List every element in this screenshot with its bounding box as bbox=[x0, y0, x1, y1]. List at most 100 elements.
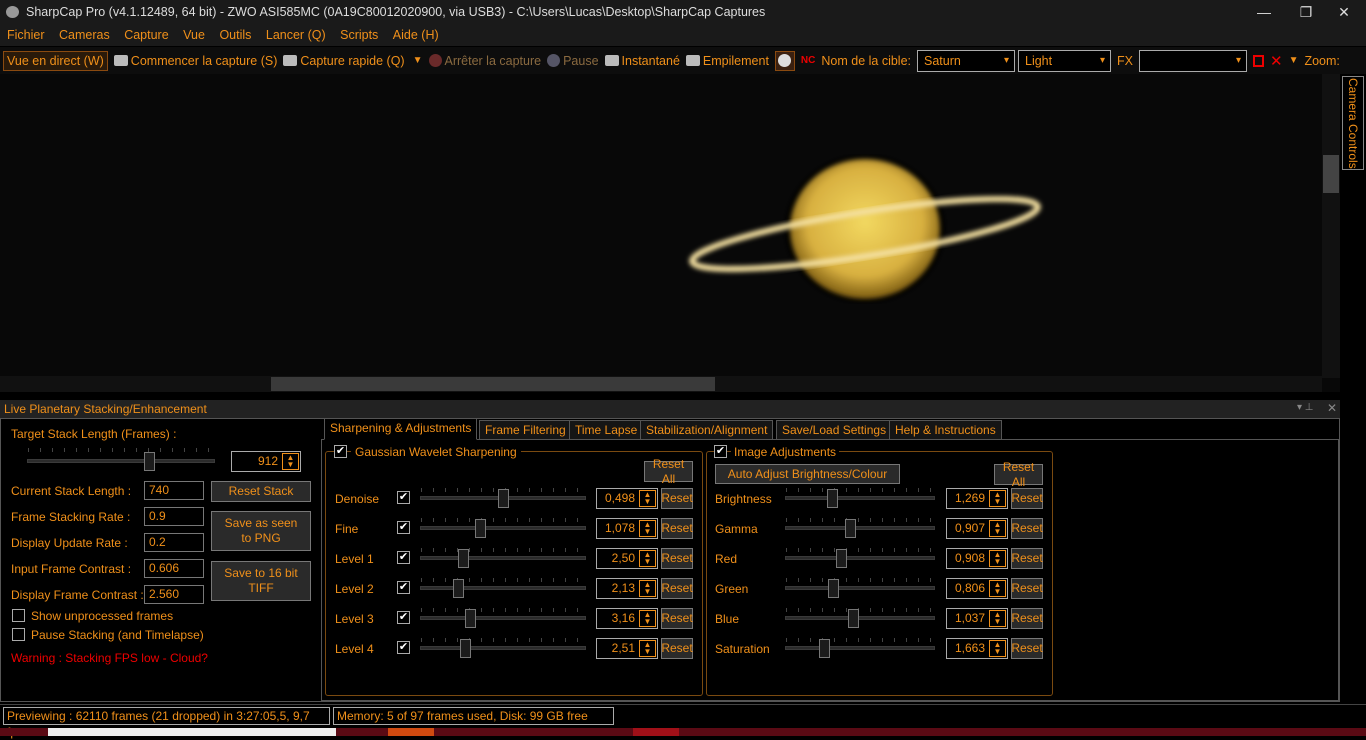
camera-controls-tab[interactable]: Camera Controls bbox=[1342, 76, 1364, 170]
adjust-slider-thumb[interactable] bbox=[828, 579, 839, 598]
tab-time-lapse[interactable]: Time Lapse bbox=[569, 420, 644, 440]
wavelet-reset-all-button[interactable]: Reset All bbox=[644, 457, 693, 486]
value-input[interactable]: 0,908 ▲ ▼ bbox=[946, 548, 1008, 569]
adjust-slider-thumb[interactable] bbox=[458, 549, 470, 568]
spinner-icon[interactable]: ▲ ▼ bbox=[989, 490, 1006, 507]
auto-adjust-button[interactable]: Auto Adjust Brightness/Colour bbox=[715, 464, 900, 484]
reset-button[interactable]: Reset bbox=[1011, 488, 1043, 509]
reset-button[interactable]: Reset bbox=[1011, 518, 1043, 539]
adjust-slider-thumb[interactable] bbox=[819, 639, 830, 658]
reticle-icon[interactable]: ✕ bbox=[1270, 52, 1283, 70]
value-input[interactable]: 0,806 ▲ ▼ bbox=[946, 578, 1008, 599]
spinner-icon[interactable]: ▲ ▼ bbox=[639, 550, 656, 567]
level-enable-checkbox[interactable]: ✔ bbox=[397, 641, 410, 654]
spinner-icon[interactable]: ▲ ▼ bbox=[989, 640, 1006, 657]
target-stack-input[interactable]: 912 ▲ ▼ bbox=[231, 451, 301, 472]
value-input[interactable]: 0,498 ▲ ▼ bbox=[596, 488, 658, 509]
adjust-slider-thumb[interactable] bbox=[826, 489, 838, 508]
minimize-button[interactable]: — bbox=[1246, 0, 1282, 24]
image-adjust-enable-checkbox[interactable]: ✔ bbox=[714, 445, 727, 458]
menu-vue[interactable]: Vue bbox=[183, 28, 205, 42]
reset-button[interactable]: Reset bbox=[661, 578, 693, 599]
quick-capture-button[interactable]: Capture rapide (Q) ▼ bbox=[283, 54, 423, 68]
target-stack-slider-thumb[interactable] bbox=[144, 452, 156, 471]
save-png-button[interactable]: Save as seen to PNG bbox=[211, 511, 311, 551]
stat-value[interactable]: 0.606 bbox=[144, 559, 204, 578]
spinner-icon[interactable]: ▲ ▼ bbox=[639, 580, 656, 597]
adjust-slider-thumb[interactable] bbox=[498, 489, 509, 508]
snapshot-button[interactable]: Instantané bbox=[604, 54, 680, 68]
level-enable-checkbox[interactable]: ✔ bbox=[397, 491, 410, 504]
menu-lancer[interactable]: Lancer (Q) bbox=[266, 28, 326, 42]
fx-select[interactable] bbox=[1138, 49, 1247, 72]
menu-capture[interactable]: Capture bbox=[124, 28, 168, 42]
pause-button[interactable]: Pause bbox=[547, 54, 599, 68]
spinner-icon[interactable]: ▲ ▼ bbox=[639, 640, 656, 657]
spinner-icon[interactable]: ▲ ▼ bbox=[639, 490, 656, 507]
chevron-down-icon[interactable]: ▼ bbox=[413, 55, 423, 66]
tab-save-load[interactable]: Save/Load Settings bbox=[776, 420, 893, 440]
stacking-button[interactable]: Empilement bbox=[685, 54, 769, 68]
spinner-icon[interactable]: ▲ ▼ bbox=[282, 453, 299, 470]
adjust-slider[interactable] bbox=[420, 616, 586, 620]
target-stack-slider[interactable] bbox=[27, 459, 215, 463]
adjust-slider-thumb[interactable] bbox=[835, 549, 847, 568]
stat-value[interactable]: 740 bbox=[144, 481, 204, 500]
adjust-slider[interactable] bbox=[785, 586, 935, 590]
value-input[interactable]: 1,078 ▲ ▼ bbox=[596, 518, 658, 539]
stop-capture-button[interactable]: Arrêter la capture bbox=[428, 54, 541, 68]
taskbar-app[interactable] bbox=[633, 728, 679, 736]
panel-pin-icon[interactable]: ▾ ⊥ bbox=[1297, 402, 1314, 413]
horizontal-scroll-thumb[interactable] bbox=[271, 377, 715, 391]
start-capture-button[interactable]: Commencer la capture (S) bbox=[113, 54, 277, 68]
wavelet-enable-checkbox[interactable]: ✔ bbox=[334, 445, 347, 458]
level-enable-checkbox[interactable]: ✔ bbox=[397, 581, 410, 594]
spinner-icon[interactable]: ▲ ▼ bbox=[989, 550, 1006, 567]
tab-frame-filtering[interactable]: Frame Filtering bbox=[479, 420, 572, 440]
adjust-slider[interactable] bbox=[420, 586, 586, 590]
chevron-down-icon[interactable]: ▼ bbox=[1289, 55, 1299, 66]
menu-cameras[interactable]: Cameras bbox=[59, 28, 110, 42]
spinner-icon[interactable]: ▲ ▼ bbox=[639, 610, 656, 627]
value-input[interactable]: 1,663 ▲ ▼ bbox=[946, 638, 1008, 659]
target-select[interactable]: Saturn bbox=[917, 49, 1015, 72]
reset-button[interactable]: Reset bbox=[1011, 608, 1043, 629]
spinner-icon[interactable]: ▲ ▼ bbox=[989, 580, 1006, 597]
tab-stabilization[interactable]: Stabilization/Alignment bbox=[640, 420, 774, 440]
adjust-slider[interactable] bbox=[785, 616, 935, 620]
value-input[interactable]: 3,16 ▲ ▼ bbox=[596, 608, 658, 629]
reset-button[interactable]: Reset bbox=[1011, 578, 1043, 599]
panel-close-icon[interactable]: ✕ bbox=[1327, 401, 1337, 415]
adjust-slider[interactable] bbox=[785, 646, 935, 650]
adjust-slider-thumb[interactable] bbox=[847, 609, 859, 628]
adjust-slider[interactable] bbox=[420, 556, 586, 560]
reset-button[interactable]: Reset bbox=[661, 638, 693, 659]
roi-icon[interactable] bbox=[1252, 54, 1264, 67]
adjust-slider-thumb[interactable] bbox=[459, 639, 471, 658]
menu-aide[interactable]: Aide (H) bbox=[393, 28, 439, 42]
adjust-slider[interactable] bbox=[785, 496, 935, 500]
level-enable-checkbox[interactable]: ✔ bbox=[397, 551, 410, 564]
image-reset-all-button[interactable]: Reset All bbox=[994, 460, 1043, 489]
value-input[interactable]: 0,907 ▲ ▼ bbox=[946, 518, 1008, 539]
vertical-scrollbar[interactable] bbox=[1322, 74, 1340, 378]
image-viewer[interactable] bbox=[0, 74, 1340, 392]
reset-button[interactable]: Reset bbox=[661, 608, 693, 629]
close-button[interactable]: ✕ bbox=[1326, 0, 1362, 24]
reset-button[interactable]: Reset bbox=[1011, 548, 1043, 569]
reset-stack-button[interactable]: Reset Stack bbox=[211, 481, 311, 502]
menu-scripts[interactable]: Scripts bbox=[340, 28, 378, 42]
no-calibration-icon[interactable]: NC bbox=[801, 55, 815, 66]
level-enable-checkbox[interactable]: ✔ bbox=[397, 611, 410, 624]
adjust-slider-thumb[interactable] bbox=[464, 609, 476, 628]
value-input[interactable]: 2,50 ▲ ▼ bbox=[596, 548, 658, 569]
reset-button[interactable]: Reset bbox=[661, 548, 693, 569]
maximize-button[interactable]: ❐ bbox=[1288, 0, 1324, 24]
taskbar-app[interactable] bbox=[388, 728, 434, 736]
value-input[interactable]: 1,037 ▲ ▼ bbox=[946, 608, 1008, 629]
reset-button[interactable]: Reset bbox=[661, 488, 693, 509]
value-input[interactable]: 1,269 ▲ ▼ bbox=[946, 488, 1008, 509]
reset-button[interactable]: Reset bbox=[1011, 638, 1043, 659]
level-enable-checkbox[interactable]: ✔ bbox=[397, 521, 410, 534]
tab-help[interactable]: Help & Instructions bbox=[889, 420, 1002, 440]
